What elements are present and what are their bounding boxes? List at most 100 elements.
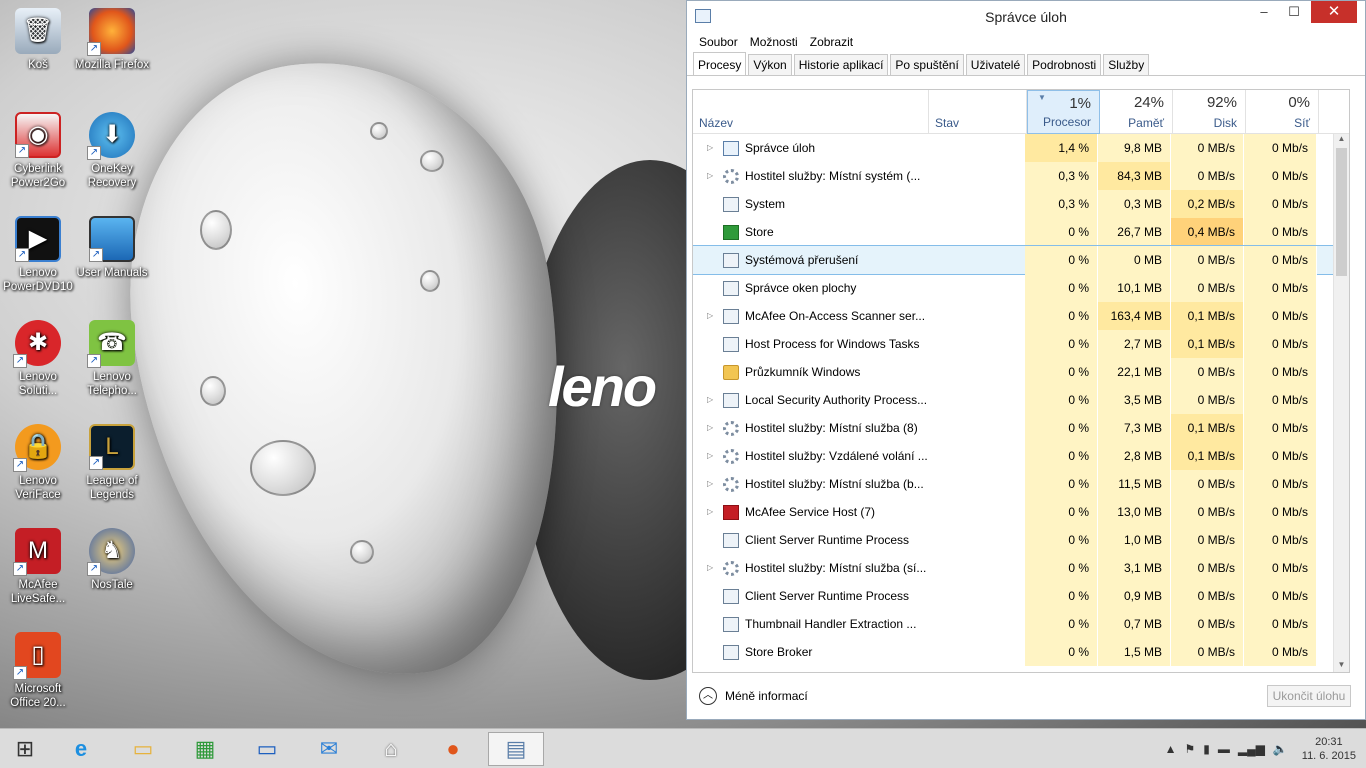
fewer-details-button[interactable]: ︿ Méně informací — [699, 687, 808, 705]
desktop-icon-league-of-legends[interactable]: L ↗ League of Legends — [74, 424, 150, 502]
volume-icon[interactable]: 🔈 — [1273, 742, 1288, 756]
firefox-icon: ● — [446, 736, 460, 761]
table-row[interactable]: ▷ Hostitel služby: Místní služba (8) 0 % 7,… — [693, 414, 1349, 442]
table-row[interactable]: Store Broker 0 % 1,5 MB 0 MB/s 0 Mb/s — [693, 638, 1349, 666]
column-memory[interactable]: 24% Paměť — [1100, 90, 1173, 134]
scroll-up-icon[interactable]: ▲ — [1334, 134, 1349, 146]
column-disk[interactable]: 92% Disk — [1173, 90, 1246, 134]
window-icon — [723, 588, 739, 604]
table-row[interactable]: Správce oken plochy 0 % 10,1 MB 0 MB/s 0 Mb/… — [693, 274, 1349, 302]
table-row[interactable]: Systémová přerušení 0 % 0 MB 0 MB/s 0 Mb/s — [693, 245, 1349, 275]
flag-icon[interactable]: ⚑ — [1184, 742, 1195, 756]
process-memory: 1,5 MB — [1098, 638, 1171, 666]
tab-performance[interactable]: Výkon — [748, 54, 792, 75]
taskbar-mail[interactable]: ✉ — [306, 732, 352, 766]
water-drop — [420, 270, 440, 292]
expand-chevron-icon[interactable]: ▷ — [707, 414, 719, 442]
table-row[interactable]: ▷ McAfee On-Access Scanner ser... 0 % 163,4… — [693, 302, 1349, 330]
taskbar-store[interactable]: ▦ — [182, 732, 228, 766]
power-icon[interactable]: ▬ — [1218, 742, 1230, 756]
desktop-icon-lenovo-telephony[interactable]: ☎ ↗ Lenovo Telepho... — [74, 320, 150, 398]
desktop-icon-lenovo-solutions[interactable]: ✱ ↗ Lenovo Soluti... — [0, 320, 76, 398]
expand-chevron-icon[interactable]: ▷ — [707, 470, 719, 498]
desktop-icon-veriface[interactable]: 🔒 ↗ Lenovo VeriFace — [0, 424, 76, 502]
taskbar-task-manager[interactable]: ▤ — [488, 732, 544, 766]
fewer-details-label: Méně informací — [725, 689, 808, 703]
process-disk: 0,1 MB/s — [1171, 414, 1244, 442]
table-row[interactable]: Thumbnail Handler Extraction ... 0 % 0,7 M… — [693, 610, 1349, 638]
table-row[interactable]: ▷ Local Security Authority Process... 0 % 3… — [693, 386, 1349, 414]
league-of-legends-icon: L ↗ — [89, 424, 135, 470]
expand-chevron-icon[interactable]: ▷ — [707, 386, 719, 414]
start-button[interactable]: ⊞ — [2, 732, 48, 766]
title-bar[interactable]: Správce úloh – ☐ ✕ — [687, 1, 1365, 32]
expand-chevron-icon[interactable]: ▷ — [707, 442, 719, 470]
table-row[interactable]: ▷ Hostitel služby: Místní systém (... 0,3 … — [693, 162, 1349, 190]
table-row[interactable]: Client Server Runtime Process 0 % 1,0 MB 0 … — [693, 526, 1349, 554]
table-row[interactable]: ▷ Hostitel služby: Místní služba (b... 0 %… — [693, 470, 1349, 498]
taskbar-internet-explorer[interactable]: e — [58, 732, 104, 766]
tab-services[interactable]: Služby — [1103, 54, 1150, 75]
show-hidden-icons[interactable]: ▲ — [1165, 742, 1177, 756]
process-name-cell: ▷ Správce úloh — [693, 134, 929, 162]
process-status — [929, 526, 1025, 554]
table-row[interactable]: ▷ Hostitel služby: Vzdálené volání ... 0 %… — [693, 442, 1349, 470]
taskbar-lenovo-app[interactable]: ▭ — [244, 732, 290, 766]
desktop-icon-onekey[interactable]: ⬇ ↗ OneKey Recovery — [74, 112, 150, 190]
process-network: 0 Mb/s — [1244, 274, 1317, 302]
table-row[interactable]: Client Server Runtime Process 0 % 0,9 MB 0 … — [693, 582, 1349, 610]
tab-processes[interactable]: Procesy — [693, 52, 747, 75]
column-name[interactable]: Název — [693, 90, 929, 134]
tab-users[interactable]: Uživatelé — [965, 54, 1026, 75]
column-network[interactable]: 0% Síť — [1246, 90, 1319, 134]
scroll-down-icon[interactable]: ▼ — [1334, 660, 1349, 672]
expand-chevron-icon[interactable]: ▷ — [707, 134, 719, 162]
desktop-icon-power2go[interactable]: ◉ ↗ Cyberlink Power2Go — [0, 112, 76, 190]
maximize-button[interactable]: ☐ — [1279, 1, 1309, 23]
table-row[interactable]: System 0,3 % 0,3 MB 0,2 MB/s 0 Mb/s — [693, 190, 1349, 218]
taskbar-file-explorer[interactable]: ▭ — [120, 732, 166, 766]
desktop-icon-label: Lenovo PowerDVD10 — [3, 267, 73, 293]
clock[interactable]: 20:31 11. 6. 2015 — [1302, 735, 1356, 763]
taskbar-firefox[interactable]: ● — [430, 732, 476, 766]
tab-startup[interactable]: Po spuštění — [890, 54, 964, 75]
close-button[interactable]: ✕ — [1311, 1, 1357, 23]
minimize-button[interactable]: – — [1249, 1, 1279, 23]
tab-details[interactable]: Podrobnosti — [1027, 54, 1102, 75]
tab-app-history[interactable]: Historie aplikací — [793, 54, 889, 75]
menu-view[interactable]: Zobrazit — [804, 32, 859, 52]
desktop-icon-powerdvd[interactable]: ▶ ↗ Lenovo PowerDVD10 — [0, 216, 76, 294]
table-row[interactable]: ▷ McAfee Service Host (7) 0 % 13,0 MB 0 MB/s… — [693, 498, 1349, 526]
menu-file[interactable]: Soubor — [693, 32, 744, 52]
desktop-icon-user-manuals[interactable]: ↗ User Manuals — [74, 216, 150, 280]
process-memory: 163,4 MB — [1098, 302, 1171, 330]
menu-options[interactable]: Možnosti — [744, 32, 804, 52]
table-row[interactable]: Host Process for Windows Tasks 0 % 2,7 MB 0… — [693, 330, 1349, 358]
taskbar-home[interactable]: ⌂ — [368, 732, 414, 766]
process-network: 0 Mb/s — [1244, 638, 1317, 666]
desktop-icon-nostale[interactable]: ♞ ↗ NosTale — [74, 528, 150, 592]
expand-chevron-icon[interactable]: ▷ — [707, 498, 719, 526]
scroll-thumb[interactable] — [1336, 148, 1347, 276]
vertical-scrollbar[interactable]: ▲ ▼ — [1333, 134, 1349, 672]
expand-chevron-icon[interactable]: ▷ — [707, 554, 719, 582]
action-center-icon[interactable]: ▮ — [1203, 742, 1210, 756]
table-row[interactable]: Store 0 % 26,7 MB 0,4 MB/s 0 Mb/s — [693, 218, 1349, 246]
process-name: Hostitel služby: Místní služba (sí... — [745, 561, 927, 575]
table-row[interactable]: Průzkumník Windows 0 % 22,1 MB 0 MB/s 0 Mb/s — [693, 358, 1349, 386]
column-cpu[interactable]: ▼ 1% Procesor — [1027, 90, 1100, 134]
process-memory: 9,8 MB — [1098, 134, 1171, 162]
expand-chevron-icon[interactable]: ▷ — [707, 302, 719, 330]
table-row[interactable]: ▷ Hostitel služby: Místní služba (sí... 0 … — [693, 554, 1349, 582]
column-status[interactable]: Stav — [929, 90, 1027, 134]
end-task-button[interactable]: Ukončit úlohu — [1267, 685, 1351, 707]
process-cpu: 0 % — [1025, 274, 1098, 302]
desktop-icon-firefox[interactable]: ↗ Mozilla Firefox — [74, 8, 150, 72]
network-signal-icon[interactable]: ▂▄▆ — [1238, 742, 1265, 756]
process-status — [929, 274, 1025, 302]
desktop-icon-recycle-bin[interactable]: 🗑 Koš — [0, 8, 76, 72]
desktop-icon-office[interactable]: ▯ ↗ Microsoft Office 20... — [0, 632, 76, 710]
table-row[interactable]: ▷ Správce úloh 1,4 % 9,8 MB 0 MB/s 0 Mb/s — [693, 134, 1349, 162]
expand-chevron-icon[interactable]: ▷ — [707, 162, 719, 190]
desktop-icon-mcafee[interactable]: M ↗ McAfee LiveSafe... — [0, 528, 76, 606]
